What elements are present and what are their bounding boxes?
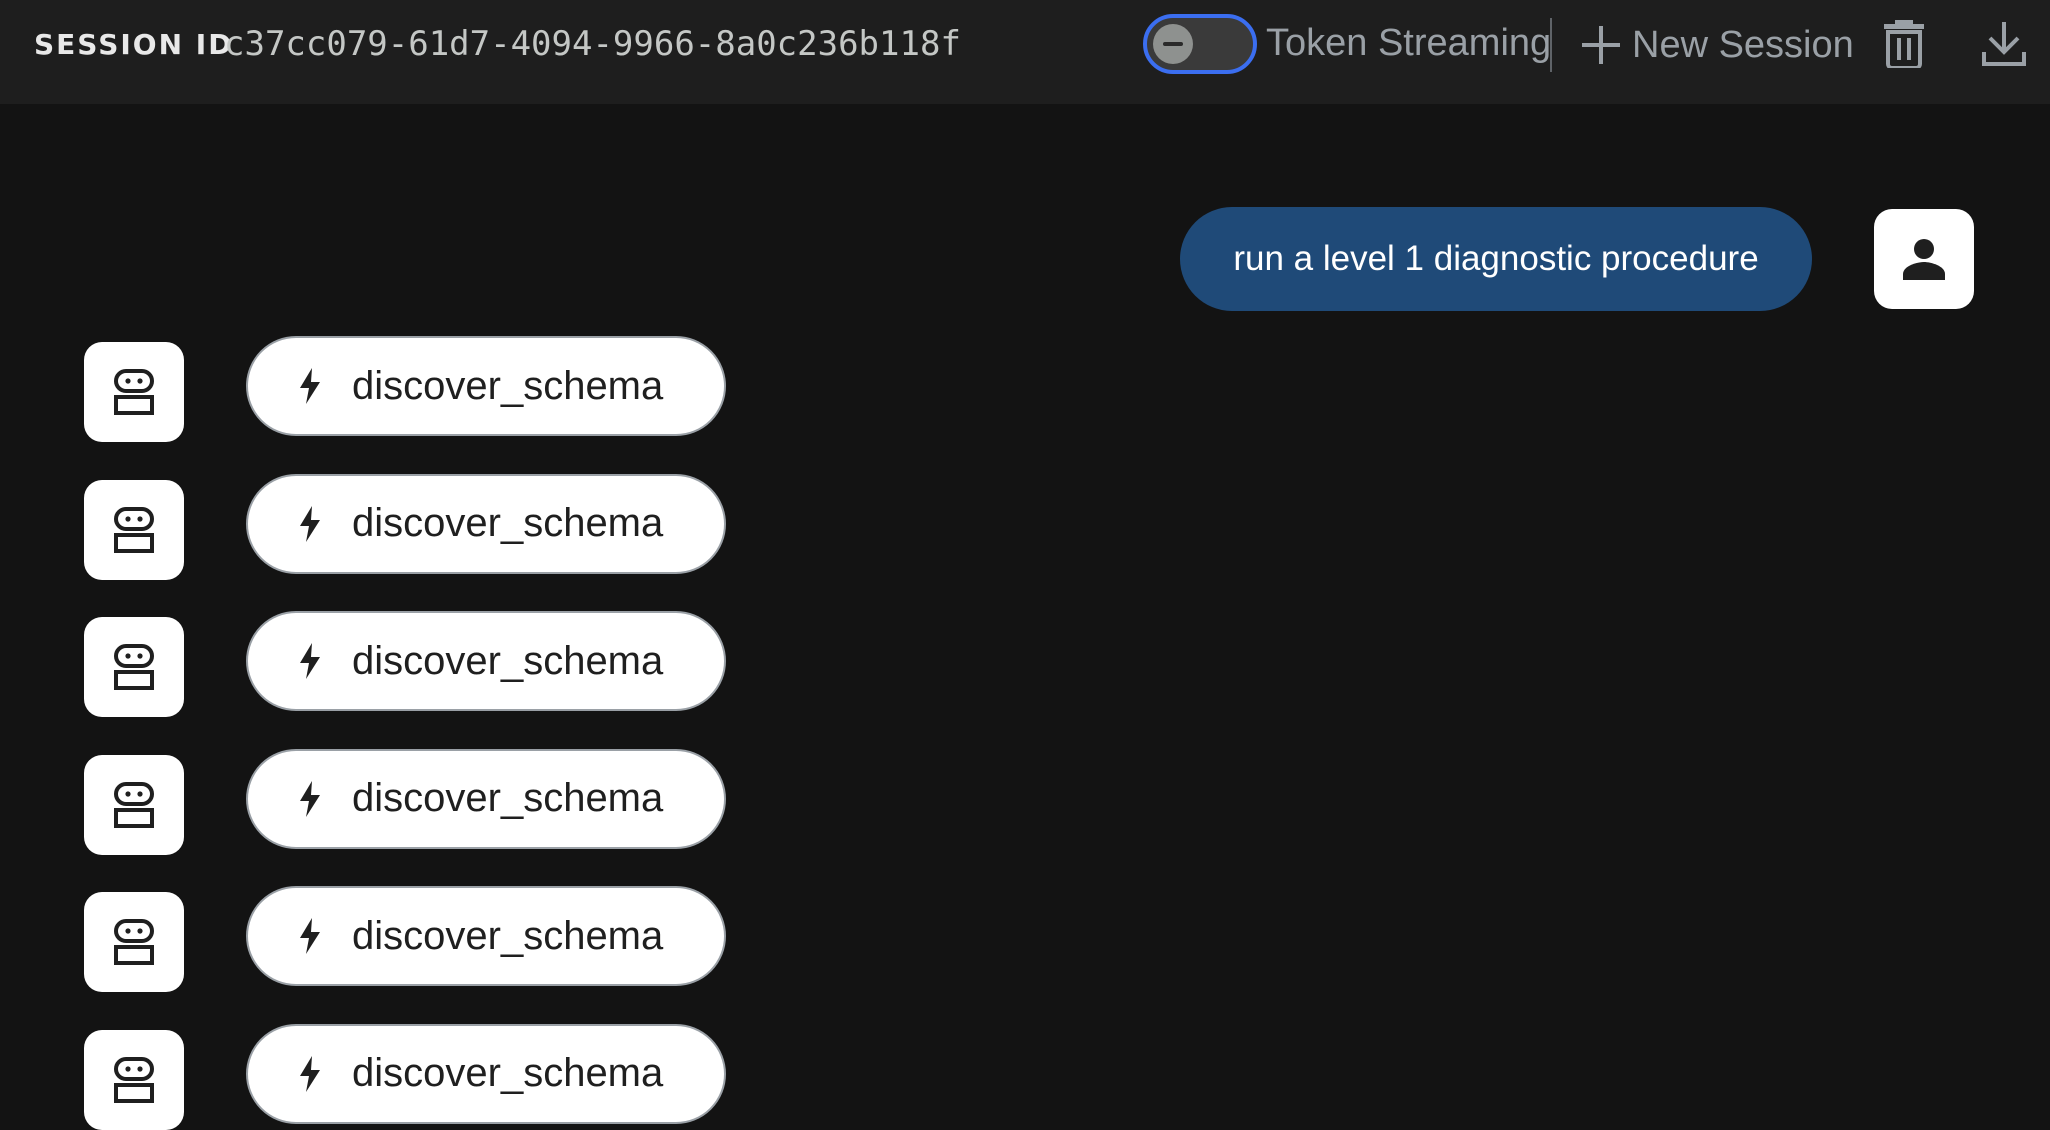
bolt-icon [300, 780, 320, 817]
trash-icon[interactable] [1882, 18, 1926, 68]
download-icon[interactable] [1980, 20, 2028, 68]
tool-call-chip[interactable]: discover_schema [246, 336, 726, 436]
tool-call-row: discover_schema [0, 336, 760, 442]
user-avatar [1874, 209, 1974, 309]
token-streaming-toggle[interactable] [1143, 14, 1257, 74]
tool-call-row: discover_schema [0, 611, 760, 717]
bot-avatar [84, 479, 184, 580]
robot-icon [114, 644, 154, 690]
tool-call-name: discover_schema [352, 501, 664, 545]
robot-icon [114, 781, 154, 828]
bolt-icon [300, 368, 320, 404]
token-streaming-label: Token Streaming [1266, 22, 1552, 64]
tool-call-name: discover_schema [352, 776, 664, 820]
new-session-label: New Session [1632, 23, 1854, 66]
tool-call-row: discover_schema [0, 748, 760, 855]
robot-icon [114, 506, 154, 553]
tool-call-chip[interactable]: discover_schema [246, 886, 726, 986]
header-divider [1550, 18, 1552, 72]
tool-call-chip[interactable]: discover_schema [246, 748, 726, 849]
bot-avatar [84, 617, 184, 717]
bolt-icon [300, 1055, 320, 1092]
tool-call-chip[interactable]: discover_schema [246, 473, 726, 574]
robot-icon [114, 919, 154, 965]
bolt-icon [300, 643, 320, 679]
tool-call-name: discover_schema [352, 913, 664, 958]
user-message-bubble: run a level 1 diagnostic procedure [1180, 207, 1812, 311]
new-session-button[interactable]: New Session [1580, 18, 1854, 72]
bot-avatar [84, 754, 184, 855]
bot-avatar [84, 342, 184, 442]
tool-call-row: discover_schema [0, 473, 760, 580]
person-icon [1903, 239, 1945, 280]
tool-call-name: discover_schema [352, 638, 664, 683]
robot-icon [114, 369, 154, 415]
bot-avatar [84, 1029, 184, 1130]
tool-call-chip[interactable]: discover_schema [246, 611, 726, 711]
tool-call-chip[interactable]: discover_schema [246, 1023, 726, 1124]
tool-call-name: discover_schema [352, 1051, 664, 1095]
bolt-icon [300, 918, 320, 954]
bot-avatar [84, 892, 184, 992]
session-id-value: c37cc079-61d7-4094-9966-8a0c236b118f [224, 24, 961, 64]
tool-call-row: discover_schema [0, 1023, 760, 1130]
tool-call-name: discover_schema [352, 363, 664, 408]
bolt-icon [300, 505, 320, 542]
toggle-knob [1153, 24, 1193, 64]
tool-call-row: discover_schema [0, 886, 760, 992]
plus-icon [1580, 24, 1622, 66]
top-bar: SESSION ID c37cc079-61d7-4094-9966-8a0c2… [0, 0, 2050, 104]
session-id-label: SESSION ID [34, 28, 234, 61]
robot-icon [114, 1056, 154, 1103]
